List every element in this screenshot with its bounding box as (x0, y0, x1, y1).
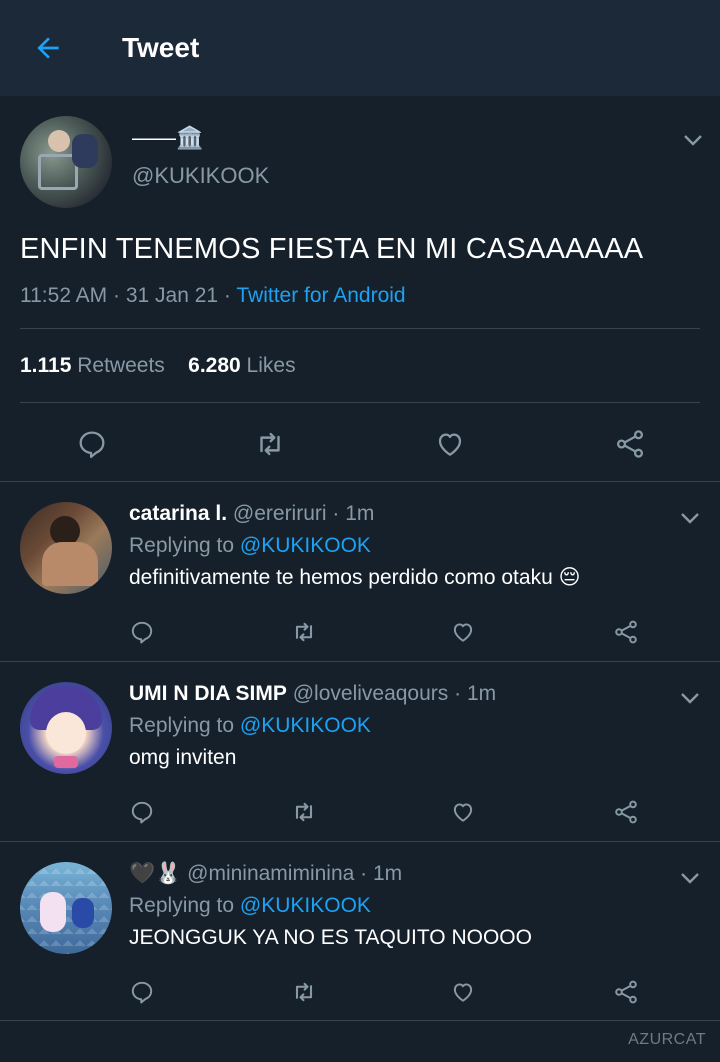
chevron-down-icon[interactable] (678, 866, 702, 890)
divider (20, 402, 700, 403)
retweet-icon (295, 982, 313, 1002)
like-icon (453, 983, 473, 1002)
reply-author-name[interactable]: catarina l. (129, 502, 227, 525)
back-button[interactable] (30, 30, 66, 66)
replying-to-label: Replying to (129, 714, 240, 737)
reply-tweet[interactable]: UMI N DIA SIMP @loveliveaqours · 1m Repl… (0, 661, 720, 841)
author-name[interactable]: ——🏛️ (132, 124, 203, 152)
retweet-button[interactable] (284, 612, 324, 652)
retweet-button[interactable] (284, 792, 324, 832)
likes-count[interactable]: 6.280 (188, 354, 241, 377)
like-icon (453, 803, 473, 822)
reply-author-name[interactable]: UMI N DIA SIMP (129, 682, 287, 705)
like-icon (453, 623, 473, 642)
reply-handle-time[interactable]: @ereriruri · 1m (227, 502, 375, 525)
reply-handle-time[interactable]: @loveliveaqours · 1m (287, 682, 496, 705)
reply-button[interactable] (122, 612, 162, 652)
reply-button[interactable] (122, 972, 162, 1012)
replying-to-link[interactable]: @KUKIKOOK (240, 714, 371, 737)
tweet-stats: 1.115 Retweets 6.280 Likes (20, 352, 296, 380)
reply-text: JEONGGUK YA NO ES TAQUITO NOOOO (129, 926, 532, 949)
share-icon (615, 980, 637, 1004)
replying-to-link[interactable]: @KUKIKOOK (240, 534, 371, 557)
share-button[interactable] (606, 612, 646, 652)
share-icon (616, 430, 644, 458)
retweet-icon (260, 432, 280, 456)
retweet-button[interactable] (248, 422, 292, 466)
reply-header: UMI N DIA SIMP @loveliveaqours · 1m (129, 680, 496, 708)
tweet-source-link[interactable]: Twitter for Android (236, 284, 405, 307)
divider (20, 328, 700, 329)
reply-button[interactable] (70, 422, 114, 466)
share-button[interactable] (608, 422, 652, 466)
replying-to-label: Replying to (129, 534, 240, 557)
reply-button[interactable] (122, 792, 162, 832)
author-handle[interactable]: @KUKIKOOK (132, 162, 269, 190)
reply-author-name[interactable]: 🖤🐰 (129, 862, 181, 885)
replying-to: Replying to @KUKIKOOK (129, 532, 371, 560)
likes-label[interactable]: Likes (247, 354, 296, 377)
reply-icon (131, 621, 153, 644)
chevron-down-icon[interactable] (678, 506, 702, 530)
like-button[interactable] (443, 792, 483, 832)
replying-to: Replying to @KUKIKOOK (129, 892, 371, 920)
footer: AZURCAT (0, 1020, 720, 1062)
retweets-label[interactable]: Retweets (77, 354, 165, 377)
share-button[interactable] (606, 792, 646, 832)
avatar[interactable] (20, 116, 112, 208)
retweet-button[interactable] (284, 972, 324, 1012)
retweet-icon (295, 622, 313, 642)
reply-text: definitivamente te hemos perdido como ot… (129, 566, 581, 589)
share-icon (615, 800, 637, 824)
avatar[interactable] (20, 682, 112, 774)
reply-icon (79, 431, 105, 459)
tweet-time: 11:52 AM · 31 Jan 21 · (20, 284, 237, 307)
avatar[interactable] (20, 502, 112, 594)
like-button[interactable] (443, 972, 483, 1012)
retweets-count[interactable]: 1.115 (20, 354, 71, 377)
tweet-text: ENFIN TENEMOS FIESTA EN MI CASAAAAAA (20, 233, 644, 265)
like-icon (438, 433, 462, 456)
arrow-left-icon (37, 37, 59, 59)
tweet-meta: 11:52 AM · 31 Jan 21 · Twitter for Andro… (20, 282, 406, 310)
chevron-down-icon[interactable] (681, 128, 705, 152)
replying-to-label: Replying to (129, 894, 240, 917)
avatar[interactable] (20, 862, 112, 954)
replying-to-link[interactable]: @KUKIKOOK (240, 894, 371, 917)
like-button[interactable] (428, 422, 472, 466)
chevron-down-icon[interactable] (678, 686, 702, 710)
watermark: AZURCAT (628, 1031, 706, 1048)
replying-to: Replying to @KUKIKOOK (129, 712, 371, 740)
reply-header: catarina l. @ereriruri · 1m (129, 500, 374, 528)
reply-text: omg inviten (129, 746, 237, 769)
share-icon (615, 620, 637, 644)
reply-tweet[interactable]: catarina l. @ereriruri · 1m Replying to … (0, 481, 720, 661)
page-title: Tweet (122, 32, 200, 63)
share-button[interactable] (606, 972, 646, 1012)
reply-handle-time[interactable]: @mininamiminina · 1m (181, 862, 402, 885)
reply-icon (131, 801, 153, 824)
reply-icon (131, 981, 153, 1004)
reply-header: 🖤🐰 @mininamiminina · 1m (129, 860, 402, 888)
top-bar: Tweet (0, 0, 720, 96)
like-button[interactable] (443, 612, 483, 652)
reply-tweet[interactable]: 🖤🐰 @mininamiminina · 1m Replying to @KUK… (0, 841, 720, 1021)
retweet-icon (295, 802, 313, 822)
